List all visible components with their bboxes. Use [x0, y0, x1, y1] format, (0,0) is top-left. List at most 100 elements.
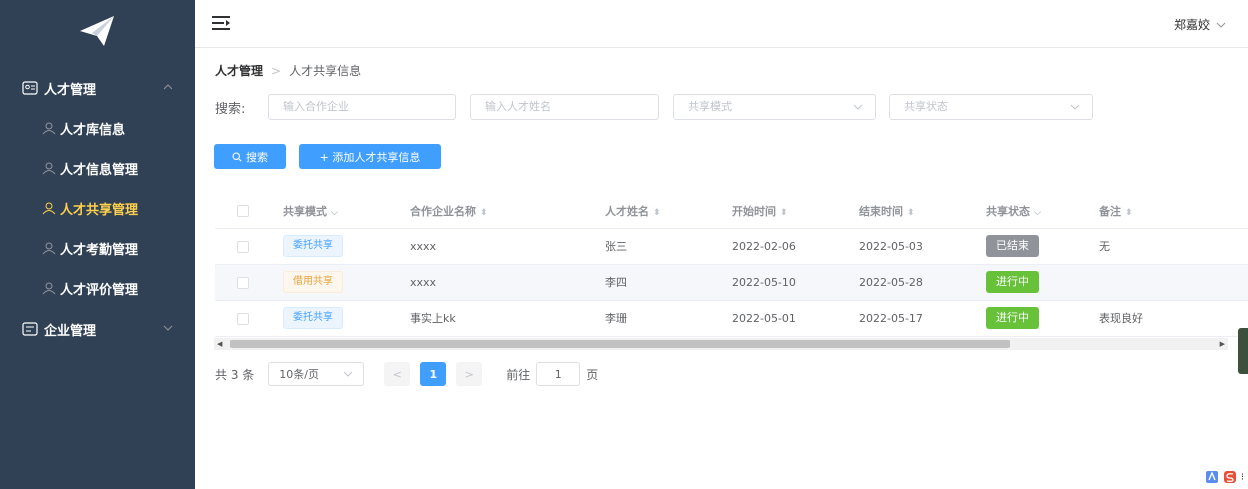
breadcrumb-parent[interactable]: 人才管理	[215, 62, 263, 79]
tray-icons: ⁝	[1205, 470, 1244, 484]
sort-icon[interactable]: ⬍	[1125, 208, 1133, 218]
menu-toggle-icon[interactable]	[211, 15, 231, 31]
user-group-icon	[42, 202, 56, 215]
filter-chevron-icon[interactable]: ⌵	[331, 208, 338, 218]
tray-more-icon[interactable]: ⁝	[1241, 472, 1244, 483]
menu-group-enterprise[interactable]: 企业管理	[0, 309, 195, 349]
menu-group-talent[interactable]: 人才管理	[0, 68, 195, 108]
building-icon	[22, 322, 38, 336]
sidebar-item-label: 人才共享管理	[60, 202, 139, 218]
breadcrumb: 人才管理 > 人才共享信息	[215, 62, 361, 79]
search-button[interactable]: 搜索	[214, 144, 286, 169]
tray-s-icon[interactable]	[1223, 470, 1237, 484]
table-header-row: 共享模式 ⌵ 合作企业名称 ⬍ 人才姓名 ⬍ 开始时间 ⬍ 结束时间 ⬍ 共享状态 ⌵ 备注…	[215, 194, 1248, 229]
column-note[interactable]: 备注 ⬍	[1099, 194, 1248, 229]
sidebar-item-label: 人才信息管理	[60, 162, 139, 178]
page-size-select[interactable]: 10条/页	[268, 362, 365, 386]
user-group-icon	[42, 242, 56, 255]
sidebar-item-label: 人才库信息	[60, 122, 126, 138]
column-label: 共享状态	[986, 204, 1030, 218]
user-group-icon	[42, 282, 56, 295]
column-end[interactable]: 结束时间 ⬍	[859, 194, 986, 229]
status-badge: 进行中	[986, 271, 1039, 293]
table-scrollbar[interactable]: ◀ ▶	[214, 338, 1228, 350]
note-cell: 无	[1099, 228, 1248, 265]
page-suffix: 页	[586, 367, 599, 382]
id-card-icon	[22, 81, 38, 95]
sort-icon[interactable]: ⬍	[907, 208, 915, 218]
share-mode-select[interactable]: 共享模式	[673, 94, 876, 120]
breadcrumb-separator: >	[271, 63, 282, 78]
start-cell: 2022-02-06	[732, 228, 859, 265]
start-cell: 2022-05-10	[732, 264, 859, 301]
scroll-left-arrow-icon[interactable]: ◀	[217, 338, 222, 350]
scrollbar-thumb[interactable]	[230, 340, 1010, 348]
end-cell: 2022-05-28	[859, 264, 986, 301]
end-cell: 2022-05-17	[859, 300, 986, 337]
menu-group-label: 人才管理	[44, 82, 97, 98]
menu-group-label: 企业管理	[44, 323, 97, 339]
chevron-down-icon	[163, 325, 173, 331]
sidebar-item-talent-share[interactable]: 人才共享管理	[0, 188, 195, 228]
note-cell: 表现良好	[1099, 300, 1248, 337]
sort-icon[interactable]: ⬍	[653, 208, 661, 218]
breadcrumb-current: 人才共享信息	[289, 64, 362, 78]
sidebar-item-label: 人才评价管理	[60, 282, 139, 298]
select-all-checkbox[interactable]	[237, 205, 249, 218]
name-cell: 李珊	[605, 300, 732, 337]
table-row[interactable]: 委托共享 事实上kk 李珊 2022-05-01 2022-05-17 进行中 …	[215, 300, 1248, 337]
user-name: 郑嘉姣	[1173, 18, 1210, 32]
row-checkbox[interactable]	[237, 276, 249, 289]
sidebar: 人才管理 人才库信息 人才信息管理 人才共享管理 人才考勤管理 人才评价管理 企…	[0, 0, 195, 489]
main-content: 人才管理 > 人才共享信息 搜索: 输入合作企业 输入人才姓名 共享模式 共享状…	[195, 48, 1248, 489]
name-cell: 李四	[605, 264, 732, 301]
table-row[interactable]: 委托共享 xxxx 张三 2022-02-06 2022-05-03 已结束 无	[215, 228, 1248, 265]
scroll-right-arrow-icon[interactable]: ▶	[1220, 338, 1225, 350]
sidebar-item-label: 人才考勤管理	[60, 242, 139, 258]
add-share-button[interactable]: + 添加人才共享信息	[299, 144, 441, 169]
share-status-select[interactable]: 共享状态	[889, 94, 1093, 120]
prev-page-button[interactable]: <	[384, 362, 411, 386]
company-search-input[interactable]: 输入合作企业	[268, 94, 456, 120]
user-dropdown[interactable]: 郑嘉姣	[1174, 16, 1226, 33]
sidebar-item-talent-info[interactable]: 人才信息管理	[0, 148, 195, 188]
goto-page-input[interactable]: 1	[536, 362, 581, 386]
sidebar-item-talent-attendance[interactable]: 人才考勤管理	[0, 228, 195, 268]
add-share-button-label: + 添加人才共享信息	[319, 150, 421, 164]
goto-label: 前往	[506, 367, 531, 382]
column-label: 备注	[1099, 204, 1121, 218]
user-group-icon	[42, 122, 56, 135]
sidebar-item-talent-evaluation[interactable]: 人才评价管理	[0, 268, 195, 308]
user-group-icon	[42, 162, 56, 175]
row-checkbox[interactable]	[237, 240, 249, 253]
side-widget-tab[interactable]	[1238, 328, 1248, 374]
column-label: 合作企业名称	[410, 204, 476, 218]
chevron-down-icon	[853, 104, 863, 110]
chevron-up-icon	[163, 84, 173, 90]
total-count: 共 3 条	[215, 367, 255, 382]
share-mode-tag: 委托共享	[283, 235, 343, 257]
column-company[interactable]: 合作企业名称 ⬍	[410, 194, 605, 229]
page-number-current[interactable]: 1	[420, 362, 447, 386]
column-label: 开始时间	[732, 204, 776, 218]
company-cell: xxxx	[410, 228, 605, 265]
table-row[interactable]: 借用共享 xxxx 李四 2022-05-10 2022-05-28 进行中	[215, 264, 1248, 301]
tray-app-icon[interactable]	[1205, 470, 1219, 484]
column-share-mode[interactable]: 共享模式 ⌵	[283, 194, 410, 229]
sidebar-item-talent-library[interactable]: 人才库信息	[0, 108, 195, 148]
filter-chevron-icon[interactable]: ⌵	[1034, 208, 1041, 218]
next-page-button[interactable]: >	[456, 362, 483, 386]
share-table: 共享模式 ⌵ 合作企业名称 ⬍ 人才姓名 ⬍ 开始时间 ⬍ 结束时间 ⬍ 共享状态 ⌵ 备注…	[215, 194, 1248, 337]
share-mode-placeholder: 共享模式	[688, 100, 732, 113]
chevron-down-icon	[343, 371, 353, 377]
column-name[interactable]: 人才姓名 ⬍	[605, 194, 732, 229]
name-search-input[interactable]: 输入人才姓名	[470, 94, 659, 120]
sort-icon[interactable]: ⬍	[480, 208, 488, 218]
row-checkbox[interactable]	[237, 312, 249, 325]
column-status[interactable]: 共享状态 ⌵	[986, 194, 1099, 229]
column-start[interactable]: 开始时间 ⬍	[732, 194, 859, 229]
sort-icon[interactable]: ⬍	[780, 208, 788, 218]
page-size-value: 10条/页	[279, 368, 319, 381]
column-label: 结束时间	[859, 204, 903, 218]
end-cell: 2022-05-03	[859, 228, 986, 265]
